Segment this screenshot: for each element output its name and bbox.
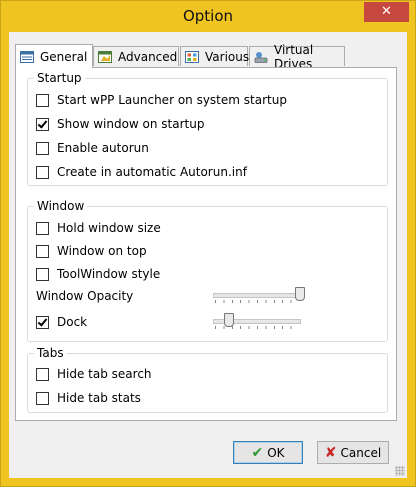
- dock-thumb[interactable]: [223, 313, 234, 327]
- window-title: Option: [182, 7, 234, 25]
- hide-tab-stats-box[interactable]: [36, 391, 49, 405]
- window-group-title: Window: [34, 199, 88, 213]
- window-opacity-track: [213, 293, 301, 298]
- show-window-on-startup-box[interactable]: [36, 117, 49, 131]
- window-group: Window Hold window size Window on top To…: [27, 199, 388, 342]
- check-icon: ✔: [251, 444, 264, 461]
- window-opacity-label: Window Opacity: [36, 289, 134, 303]
- hide-tab-search-box[interactable]: [36, 367, 49, 381]
- toolwindow-style-label: ToolWindow style: [57, 267, 161, 281]
- resize-grip[interactable]: [395, 466, 405, 476]
- hold-window-size-label: Hold window size: [57, 221, 161, 235]
- tabs-group: Tabs Hide tab search Hide tab stats: [27, 346, 388, 413]
- dock-slider[interactable]: [211, 312, 303, 332]
- create-autorun-inf-checkbox[interactable]: Create in automatic Autorun.inf: [36, 165, 247, 179]
- dock-checkbox[interactable]: Dock: [36, 315, 87, 329]
- hide-tab-stats-checkbox[interactable]: Hide tab stats: [36, 391, 141, 405]
- window-opacity-ticks: [215, 300, 299, 303]
- dock-label: Dock: [57, 315, 88, 329]
- hold-window-size-box[interactable]: [36, 221, 49, 235]
- advanced-tab-icon: [98, 50, 112, 63]
- general-tab-panel: Startup Start wPP Launcher on system sta…: [15, 67, 397, 421]
- hide-tab-stats-label: Hide tab stats: [57, 391, 141, 405]
- hold-window-size-checkbox[interactable]: Hold window size: [36, 221, 161, 235]
- hide-tab-search-label: Hide tab search: [57, 367, 152, 381]
- enable-autorun-label: Enable autorun: [57, 141, 149, 155]
- hide-tab-search-checkbox[interactable]: Hide tab search: [36, 367, 152, 381]
- various-tab-icon: [185, 50, 199, 63]
- window-opacity-slider[interactable]: [211, 286, 305, 306]
- tabs-group-title: Tabs: [34, 346, 67, 360]
- ok-button[interactable]: ✔ OK: [233, 441, 303, 464]
- cancel-button-label: Cancel: [340, 445, 382, 460]
- close-button[interactable]: ✕: [364, 2, 409, 22]
- cross-icon: ✘: [324, 444, 337, 461]
- enable-autorun-checkbox[interactable]: Enable autorun: [36, 141, 149, 155]
- show-window-on-startup-checkbox[interactable]: Show window on startup: [36, 117, 204, 131]
- option-dialog: Option ✕ General Advanced Various Virtua…: [0, 0, 416, 487]
- window-on-top-label: Window on top: [57, 244, 147, 258]
- tab-advanced-label: Advanced: [118, 49, 178, 64]
- enable-autorun-box[interactable]: [36, 141, 49, 155]
- create-autorun-inf-label: Create in automatic Autorun.inf: [57, 165, 247, 179]
- startup-group-title: Startup: [34, 71, 85, 85]
- virtual-drives-tab-icon: [254, 51, 268, 63]
- tab-advanced[interactable]: Advanced: [93, 46, 179, 66]
- toolwindow-style-checkbox[interactable]: ToolWindow style: [36, 267, 160, 281]
- window-on-top-checkbox[interactable]: Window on top: [36, 244, 147, 258]
- tab-general-label: General: [40, 49, 88, 64]
- tab-virtual-drives[interactable]: Virtual Drives: [249, 43, 345, 71]
- close-icon: ✕: [381, 4, 392, 19]
- cancel-button[interactable]: ✘ Cancel: [317, 441, 389, 464]
- window-on-top-box[interactable]: [36, 244, 49, 258]
- window-opacity-thumb[interactable]: [295, 287, 305, 301]
- title-bar[interactable]: Option ✕: [1, 1, 415, 31]
- start-on-system-startup-checkbox[interactable]: Start wPP Launcher on system startup: [36, 93, 287, 107]
- tab-general[interactable]: General: [15, 44, 93, 68]
- create-autorun-inf-box[interactable]: [36, 165, 49, 179]
- start-on-system-startup-label: Start wPP Launcher on system startup: [57, 93, 287, 107]
- startup-group: Startup Start wPP Launcher on system sta…: [27, 71, 388, 186]
- tab-various-label: Various: [205, 49, 250, 64]
- start-on-system-startup-box[interactable]: [36, 93, 49, 107]
- show-window-on-startup-label: Show window on startup: [57, 117, 205, 131]
- general-tab-icon: [20, 50, 34, 63]
- tab-various[interactable]: Various: [180, 46, 250, 66]
- dock-box[interactable]: [36, 315, 49, 329]
- dialog-client-area: General Advanced Various Virtual Drives: [9, 32, 407, 478]
- toolwindow-style-box[interactable]: [36, 267, 49, 281]
- ok-button-label: OK: [267, 445, 285, 460]
